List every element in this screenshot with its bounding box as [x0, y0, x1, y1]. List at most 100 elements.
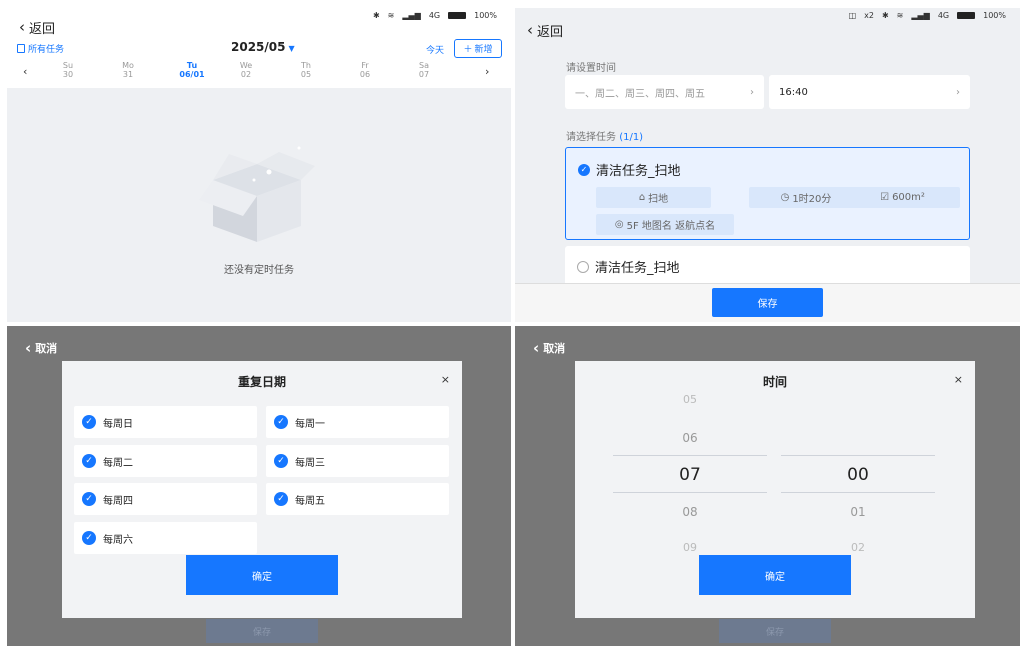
clock-icon: ◷ [780, 192, 790, 203]
task-title-row: 清洁任务_扫地 [577, 257, 680, 276]
check-circle-icon: ✓ [82, 415, 96, 429]
chevron-left-icon: ‹ [25, 338, 32, 357]
option-wednesday[interactable]: ✓ 每周三 [266, 445, 449, 477]
day-wednesday[interactable]: We 02 [230, 61, 262, 79]
check-circle-icon: ✓ [82, 492, 96, 506]
location-chip: ◎ 5F 地图名 返航点名 [596, 214, 734, 235]
network-label: 4G [428, 11, 441, 20]
mode-chip: ⌂ 扫地 [596, 187, 711, 208]
calendar-panel: ✱ ≋ ▂▄▆ 4G 100% ‹ 返回 所有任务 2025/05 ▼ 今天 ＋ … [7, 8, 511, 322]
broom-icon: ⌂ [638, 192, 646, 203]
chevron-right-icon: › [750, 86, 754, 98]
close-icon[interactable]: × [954, 373, 963, 386]
back-button[interactable]: ‹ 返回 [527, 21, 564, 41]
time-field[interactable]: 16:40 › [769, 75, 970, 109]
day-thursday[interactable]: Th 05 [290, 61, 322, 79]
empty-state-text: 还没有定时任务 [224, 265, 294, 276]
repeat-days-value: 一、周二、周三、周四、周五 [575, 88, 705, 100]
dialog-title: 重复日期 [237, 375, 286, 389]
day-monday[interactable]: Mo 31 [112, 61, 144, 79]
save-button[interactable]: 保存 [712, 288, 823, 317]
minute-wheel[interactable]: 00 01 02 [781, 385, 935, 554]
option-label: 每周一 [295, 418, 325, 430]
option-label: 每周六 [103, 534, 133, 546]
task-card-unselected[interactable]: 清洁任务_扫地 [565, 246, 970, 286]
option-saturday[interactable]: ✓ 每周六 [74, 522, 257, 554]
area-chip: ☑ 600m² [845, 187, 960, 208]
signal-icon: ▂▄▆ [911, 11, 930, 20]
option-sunday[interactable]: ✓ 每周日 [74, 406, 257, 438]
day-name: Th [301, 61, 311, 70]
divider [781, 492, 935, 493]
cancel-label: 取消 [35, 342, 58, 355]
confirm-button[interactable]: 确定 [699, 555, 851, 595]
option-monday[interactable]: ✓ 每周一 [266, 406, 449, 438]
next-week-button[interactable]: › [485, 65, 489, 78]
all-tasks-link[interactable]: 所有任务 [17, 42, 64, 55]
day-friday[interactable]: Fr 06 [349, 61, 381, 79]
cancel-button[interactable]: ‹ 取消 [533, 340, 565, 356]
battery-icon [957, 12, 976, 19]
confirm-button[interactable]: 确定 [186, 555, 338, 595]
battery-label: 100% [474, 11, 497, 20]
repeat-dialog-panel: ‹ 取消 重复日期 × ✓ 每周日 ✓ 每周一 ✓ 每周二 ✓ 每周三 ✓ 每周四 ✓ 每周… [7, 326, 511, 646]
option-label: 每周三 [295, 457, 325, 469]
month-label: 2025/05 [231, 40, 286, 54]
repeat-days-field[interactable]: 一、周二、周三、周四、周五 › [565, 75, 764, 109]
status-bar: ◫ x2 ✱ ≋ ▂▄▆ 4G 100% [849, 11, 1006, 20]
new-task-label: 新增 [474, 45, 493, 55]
option-friday[interactable]: ✓ 每周五 [266, 483, 449, 515]
today-button[interactable]: 今天 [426, 43, 444, 56]
hour-option[interactable]: 06 [613, 431, 767, 445]
plus-icon: ＋ [463, 45, 473, 55]
check-circle-icon: ✓ [82, 454, 96, 468]
time-value: 16:40 [779, 86, 808, 98]
task-card-selected[interactable]: ✓ 清洁任务_扫地 ⌂ 扫地 ◷ 1时20分 ☑ 600m² ◎ 5F 地图名 返航点名 [565, 147, 970, 240]
back-button[interactable]: ‹ 返回 [19, 18, 55, 38]
task-title: 清洁任务_扫地 [596, 164, 681, 179]
minute-option[interactable]: 01 [781, 505, 935, 519]
time-dialog: 时间 × 05 06 07 08 09 00 01 02 确定 [575, 361, 975, 618]
new-task-button[interactable]: ＋ 新增 [454, 39, 502, 58]
wifi-icon: ≋ [896, 11, 904, 20]
day-sunday[interactable]: Su 30 [52, 61, 84, 79]
day-name: Su [62, 61, 74, 70]
day-date: 31 [122, 70, 134, 79]
close-icon[interactable]: × [441, 373, 450, 386]
hour-wheel[interactable]: 05 06 07 08 09 [613, 385, 767, 554]
hour-option[interactable]: 08 [613, 505, 767, 519]
day-date: 05 [300, 70, 312, 79]
background-save-button: 保存 [206, 619, 318, 643]
hour-selected[interactable]: 07 [613, 465, 767, 485]
mode-value: 扫地 [648, 194, 669, 205]
bluetooth-icon: ✱ [372, 11, 380, 20]
cancel-button[interactable]: ‹ 取消 [25, 340, 57, 356]
option-thursday[interactable]: ✓ 每周四 [74, 483, 257, 515]
chevron-right-icon: › [956, 86, 960, 98]
hour-option[interactable]: 05 [613, 393, 767, 406]
day-date: 07 [418, 70, 430, 79]
back-label: 返回 [537, 25, 564, 40]
location-value: 5F 地图名 返航点名 [626, 221, 716, 232]
option-label: 每周四 [103, 495, 133, 507]
month-selector[interactable]: 2025/05 ▼ [231, 40, 295, 54]
day-date: 30 [62, 70, 74, 79]
option-tuesday[interactable]: ✓ 每周二 [74, 445, 257, 477]
minute-selected[interactable]: 00 [781, 465, 935, 485]
empty-box-illustration [199, 146, 315, 242]
day-date: 02 [240, 70, 252, 79]
day-saturday[interactable]: Sa 07 [408, 61, 440, 79]
hour-option[interactable]: 09 [613, 541, 767, 554]
prev-week-button[interactable]: ‹ [23, 65, 27, 78]
document-icon [17, 44, 25, 53]
background-save-button: 保存 [719, 619, 831, 643]
day-name: We [239, 61, 253, 70]
caret-down-icon: ▼ [288, 44, 295, 53]
option-label: 每周二 [103, 457, 133, 469]
minute-option[interactable]: 02 [781, 541, 935, 554]
task-title-row: ✓ 清洁任务_扫地 [578, 160, 681, 179]
day-tuesday-selected[interactable]: Tu 06/01 [176, 61, 208, 79]
task-section-text: 请选择任务 [566, 132, 616, 143]
wifi-icon: ≋ [387, 11, 395, 20]
all-tasks-label: 所有任务 [28, 45, 65, 55]
